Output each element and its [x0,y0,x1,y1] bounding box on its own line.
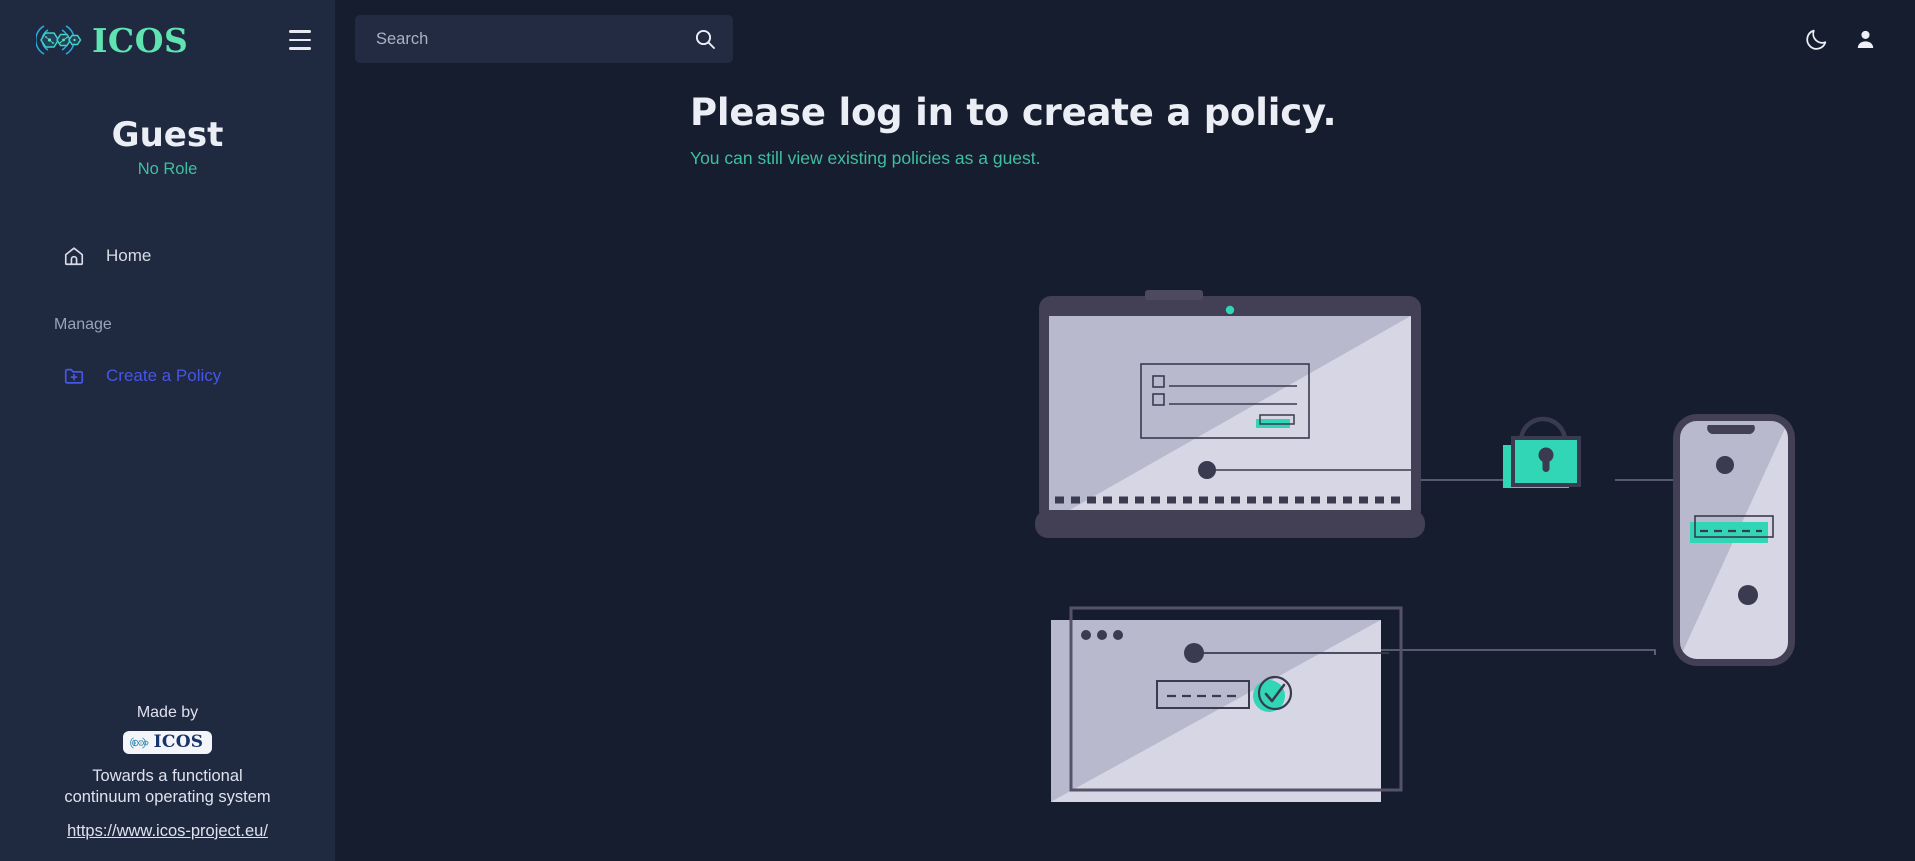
sidebar-nav: Home Manage Create a Policy [0,236,335,396]
laptop-connector-dot [1198,461,1216,479]
person-icon [1857,30,1873,48]
laptop-base [1035,510,1425,538]
sidebar: ICOS Guest No Role Home Manage Create a … [0,0,335,861]
made-by-label: Made by [136,704,199,722]
webcam-dot [1225,305,1235,315]
icos-badge-text: ICOS [153,732,204,753]
home-icon [64,247,84,266]
icos-hexagon-network-icon [129,737,149,749]
user-profile: Guest No Role [0,115,335,179]
page-title: Please log in to create a policy. [690,91,1337,134]
footer-tagline: Towards a functional continuum operating… [64,766,271,806]
phone-connector-dot-top [1716,456,1734,474]
page-content: Please log in to create a policy. You ca… [335,78,1915,169]
icos-badge: ICOS [122,731,213,755]
browser-traffic-lights [1081,630,1123,640]
sidebar-item-label: Create a Policy [106,366,222,386]
brand-logo-text: ICOS [92,20,189,60]
sidebar-item-label: Home [106,246,152,266]
moon-icon [1805,29,1826,50]
phone-connector-dot-bottom [1738,585,1758,605]
hamburger-menu-icon[interactable] [283,23,317,57]
account-button[interactable] [1843,17,1887,61]
project-website-link[interactable]: https://www.icos-project.eu/ [67,822,268,841]
secure-login-illustration [1035,290,1795,802]
main-area: Please log in to create a policy. You ca… [335,0,1915,861]
topbar-actions [1794,17,1887,61]
sidebar-header: ICOS [0,0,335,80]
search-button[interactable] [683,17,727,61]
icos-hexagon-network-icon [36,25,82,55]
browser-window-illustration [1051,606,1403,802]
page-subtitle: You can still view existing policies as … [690,148,1041,168]
sidebar-footer: Made by ICOS Towards a functional contin… [0,704,335,841]
topbar [335,0,1915,78]
laptop-illustration [1035,290,1425,538]
search-bar[interactable] [355,15,733,63]
phone-notch [1707,425,1755,435]
folder-plus-icon [64,369,84,385]
search-icon [695,29,715,49]
padlock-icon [1503,416,1581,488]
dark-mode-toggle-button[interactable] [1794,17,1838,61]
brand-logo[interactable]: ICOS [36,20,188,60]
browser-connector-dot [1184,643,1204,663]
profile-role: No Role [137,160,198,179]
profile-name: Guest [111,115,224,155]
phone-illustration [1673,414,1795,666]
app-root: ICOS Guest No Role Home Manage Create a … [0,0,1915,861]
search-input[interactable] [376,29,683,49]
sidebar-section-manage: Manage [54,316,112,334]
sidebar-item-create-a-policy[interactable]: Create a Policy [0,356,335,396]
sidebar-item-home[interactable]: Home [0,236,335,276]
